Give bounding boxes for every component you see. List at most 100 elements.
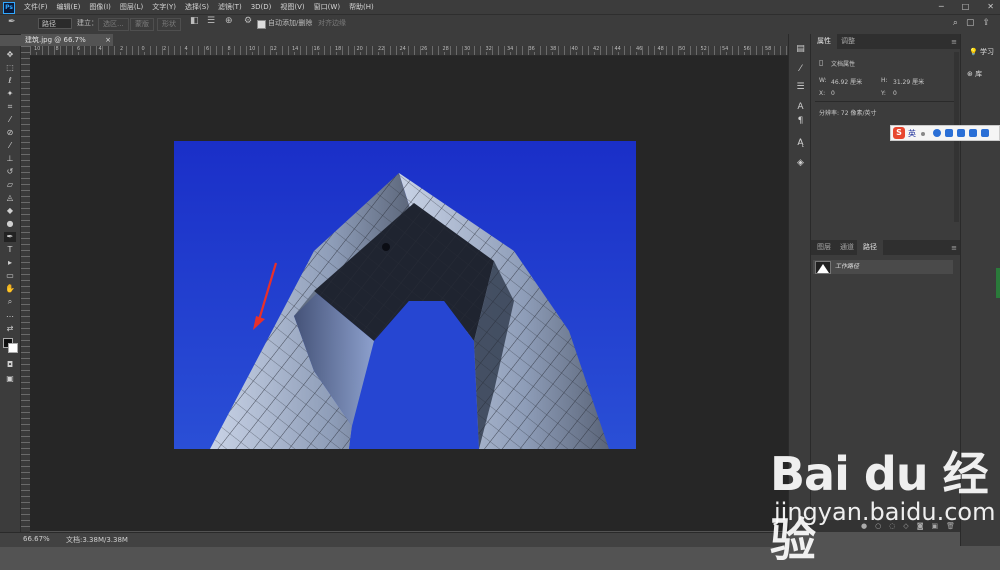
tab-paths[interactable]: 路径 — [857, 240, 883, 255]
ruler-tick-label: 52 — [700, 46, 707, 52]
menu-filter[interactable]: 滤镜(T) — [218, 2, 242, 12]
menu-bar: Ps 文件(F) 编辑(E) 图像(I) 图层(L) 文字(Y) 选择(S) 滤… — [0, 0, 1000, 14]
adjustments-icon[interactable]: ☰ — [795, 82, 806, 93]
ruler-tick-label: 24 — [399, 46, 406, 52]
menu-view[interactable]: 视图(V) — [280, 2, 304, 12]
workspace-icon[interactable]: ▢ — [966, 18, 975, 28]
path-selection-tool-icon[interactable]: ▸ — [4, 258, 16, 268]
hand-tool-icon[interactable]: ✋ — [4, 284, 16, 294]
microphone-icon[interactable] — [945, 129, 953, 137]
dodge-tool-icon[interactable]: ● — [4, 219, 16, 229]
tools-icon[interactable] — [981, 129, 989, 137]
character-icon[interactable]: A — [795, 102, 806, 113]
share-icon[interactable]: ⇪ — [982, 18, 990, 28]
maximize-button[interactable]: □ — [962, 2, 970, 11]
menu-type[interactable]: 文字(Y) — [152, 2, 176, 12]
user-icon[interactable] — [969, 129, 977, 137]
make-selection-button[interactable]: 选区... — [98, 18, 129, 31]
tool-mode-select[interactable]: 路径 — [38, 18, 72, 29]
h-value[interactable]: 31.29 厘米 — [893, 77, 924, 86]
type-tool-icon[interactable]: T — [4, 245, 16, 255]
move-tool-icon[interactable]: ✥ — [4, 50, 16, 60]
healing-brush-tool-icon[interactable]: ⊘ — [4, 128, 16, 138]
side-handle[interactable] — [996, 268, 1000, 298]
punctuation-icon[interactable] — [921, 132, 925, 136]
divider — [815, 101, 955, 102]
stamp-tool-icon[interactable]: ⊥ — [4, 154, 16, 164]
layers-channels-paths-tabs: 图层 通道 路径 ≡ — [811, 240, 961, 255]
library-button[interactable]: ⊛ 库 — [963, 68, 999, 81]
ruler-tick-label: 8 — [227, 46, 231, 52]
x-value[interactable]: 0 — [831, 90, 835, 97]
close-tab-icon[interactable]: × — [105, 34, 111, 46]
photoshop-logo-icon: Ps — [3, 2, 15, 14]
menu-file[interactable]: 文件(F) — [24, 2, 48, 12]
marquee-tool-icon[interactable]: ⬚ — [4, 63, 16, 73]
learn-button[interactable]: 💡 学习 — [963, 46, 999, 59]
w-label: W: — [819, 77, 827, 84]
gradient-tool-icon[interactable]: ◬ — [4, 193, 16, 203]
menu-edit[interactable]: 编辑(E) — [57, 2, 81, 12]
search-icon[interactable]: ⌕ — [953, 18, 958, 28]
crop-tool-icon[interactable]: ⌗ — [4, 102, 16, 112]
more-tools-icon[interactable]: … — [4, 310, 16, 320]
close-button[interactable]: ✕ — [987, 2, 994, 11]
document-tab[interactable]: 建筑.jpg @ 66.7%(RGB/8#) * × — [21, 34, 113, 56]
panel-menu-icon[interactable]: ≡ — [951, 38, 957, 46]
menu-3d[interactable]: 3D(D) — [251, 3, 272, 11]
ruler-tick-label: 28 — [442, 46, 449, 52]
ruler-tick-label: 34 — [507, 46, 514, 52]
eraser-tool-icon[interactable]: ▱ — [4, 180, 16, 190]
menu-select[interactable]: 选择(S) — [185, 2, 209, 12]
document-image[interactable] — [174, 141, 636, 449]
menu-layer[interactable]: 图层(L) — [120, 2, 143, 12]
magic-wand-tool-icon[interactable]: ✦ — [4, 89, 16, 99]
background-color-swatch[interactable] — [8, 343, 18, 353]
make-shape-button[interactable]: 形状 — [157, 18, 181, 31]
zoom-level[interactable]: 66.67% — [23, 535, 50, 543]
menu-image[interactable]: 图像(I) — [89, 2, 111, 12]
menu-help[interactable]: 帮助(H) — [349, 2, 374, 12]
tab-properties[interactable]: 属性 — [811, 34, 837, 49]
auto-add-delete-checkbox[interactable] — [257, 20, 266, 29]
watermark-url: jingyan.baidu.com — [774, 498, 996, 526]
path-name[interactable]: 工作路径 — [835, 261, 859, 270]
zoom-tool-icon[interactable]: ⌕ — [4, 297, 16, 307]
screen-mode-icon[interactable]: ▣ — [4, 374, 16, 384]
tab-adjustments[interactable]: 调整 — [835, 34, 861, 49]
make-mask-button[interactable]: 蒙版 — [130, 18, 154, 31]
pen-tool-icon[interactable]: ✒ — [4, 232, 16, 242]
annotation-arrow-left — [253, 262, 278, 330]
paths-menu-icon[interactable]: ≡ — [951, 244, 957, 252]
path-arrangement-icon[interactable]: ⊕ — [225, 16, 233, 26]
shape-tool-icon[interactable]: ▭ — [4, 271, 16, 281]
settings-gear-icon[interactable]: ⚙ — [244, 16, 252, 26]
align-edges-label[interactable]: 对齐边缘 — [318, 18, 346, 28]
path-alignment-icon[interactable]: ☰ — [207, 16, 215, 26]
quick-mask-icon[interactable]: ◘ — [4, 360, 16, 370]
document-size-info: 文档:3.38M/3.38M — [66, 536, 128, 544]
eyedropper-tool-icon[interactable]: ⁄ — [4, 115, 16, 125]
paragraph-icon[interactable]: ¶ — [795, 116, 806, 127]
brush-tool-icon[interactable]: ⁄ — [4, 141, 16, 151]
keyboard-icon[interactable] — [957, 129, 965, 137]
history-icon[interactable]: ▤ — [795, 44, 806, 55]
minimize-button[interactable]: ─ — [939, 2, 944, 11]
lasso-tool-icon[interactable]: ℓ — [4, 76, 16, 86]
blur-tool-icon[interactable]: ◆ — [4, 206, 16, 216]
y-value[interactable]: 0 — [893, 90, 897, 97]
history-brush-tool-icon[interactable]: ↺ — [4, 167, 16, 177]
path-operations-icon[interactable]: ◧ — [190, 16, 199, 26]
emoji-icon[interactable] — [933, 129, 941, 137]
path-row-work-path[interactable]: 工作路径 — [813, 260, 953, 274]
brush-presets-icon[interactable]: ⁄ — [795, 64, 806, 75]
menu-window[interactable]: 窗口(W) — [314, 2, 340, 12]
3d-icon[interactable]: ◈ — [795, 158, 806, 169]
swap-colors-icon[interactable]: ⇄ — [4, 324, 16, 334]
w-value[interactable]: 46.92 厘米 — [831, 77, 862, 86]
tools-panel: ✥ ⬚ ℓ ✦ ⌗ ⁄ ⊘ ⁄ ⊥ ↺ ▱ ◬ ◆ ● ✒ T ▸ ▭ ✋ ⌕ … — [0, 46, 21, 532]
glyphs-icon[interactable]: Ą — [795, 138, 806, 149]
ime-language[interactable]: 英 — [908, 128, 916, 139]
ruler-tick-label: 20 — [356, 46, 363, 52]
pen-tool-preset-icon[interactable]: ✒ — [8, 17, 16, 27]
